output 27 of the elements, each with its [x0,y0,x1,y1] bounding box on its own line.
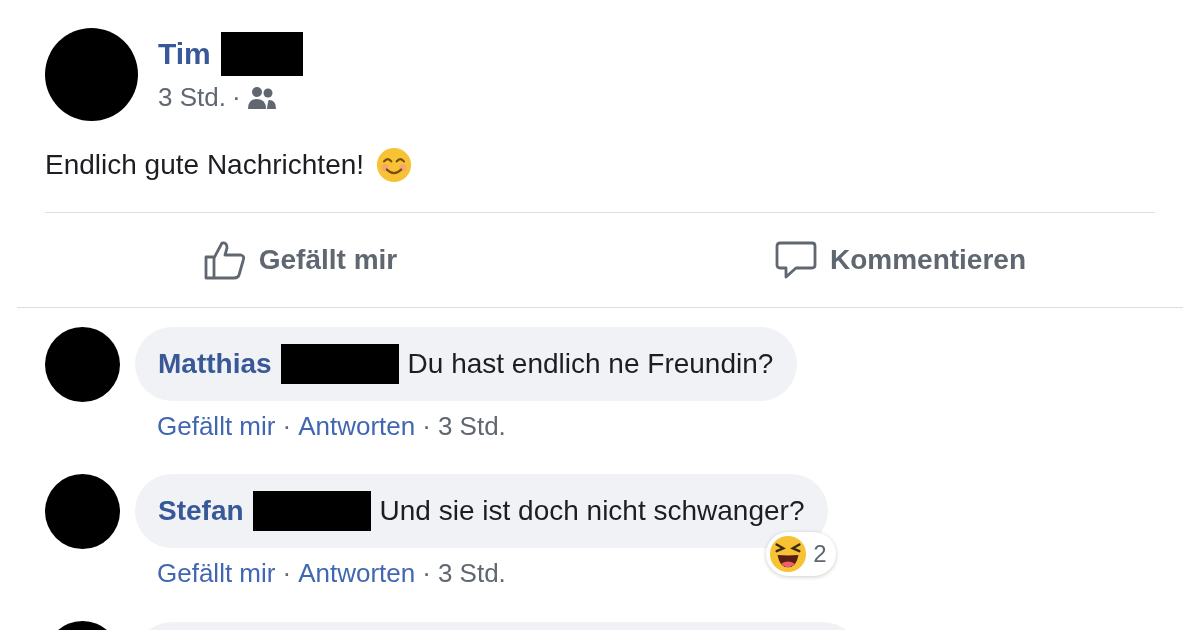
post-time[interactable]: 3 Std. [158,78,226,117]
speech-bubble-icon [773,240,818,280]
author-name[interactable]: Tim [158,34,211,74]
laughing-face-icon [769,535,808,573]
commenter-name[interactable]: Stefan [158,490,244,532]
reply-link[interactable]: Antworten [298,554,416,593]
separator-dot: · [422,410,431,443]
like-link[interactable]: Gefällt mir [157,554,276,593]
separator-dot: · [231,81,241,114]
separator-dot: · [422,557,431,590]
reaction-badge[interactable]: 2 [766,532,837,576]
comment-text: Und sie ist doch nicht schwanger? [379,494,805,528]
reply-link[interactable]: Antworten [298,407,416,446]
separator-dot: · [282,410,292,443]
comment-text: Du hast endlich ne Freundin? [407,347,774,381]
people-icon [246,85,277,110]
comment-time: 3 Std. [437,557,506,590]
thumbs-up-icon [202,239,247,281]
commenter-name[interactable]: Matthias [158,343,272,385]
smiling-face-icon [376,147,413,183]
like-button[interactable]: Gefällt mir [0,213,600,307]
comment-button[interactable]: Kommentieren [600,213,1200,307]
separator-dot: · [282,557,292,590]
reaction-count: 2 [813,539,827,569]
like-link[interactable]: Gefällt mir [157,407,276,446]
comment-time: 3 Std. [437,410,506,443]
post-text: Endlich gute Nachrichten! [45,148,365,182]
